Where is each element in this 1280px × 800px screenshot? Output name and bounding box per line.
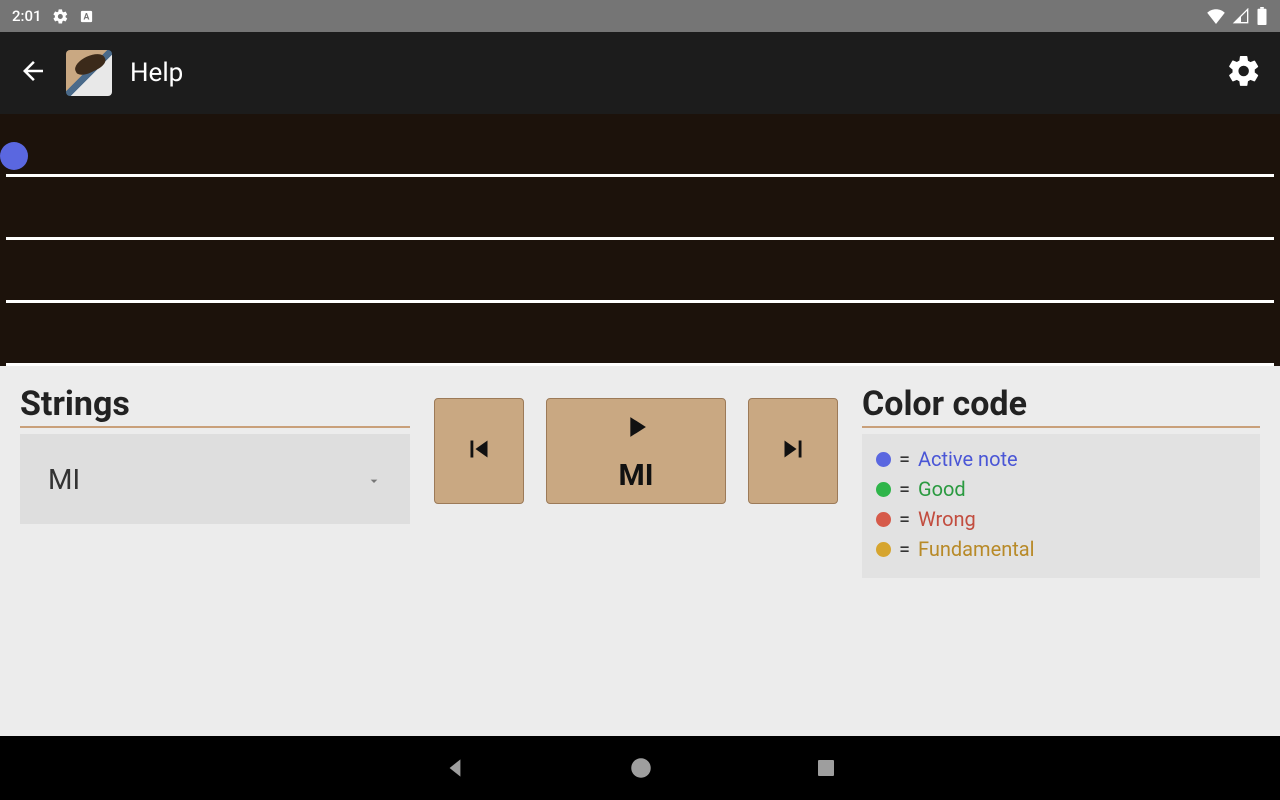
android-nav-bar: [0, 736, 1280, 800]
legend-item: = Good: [876, 474, 1246, 504]
string-select-value: MI: [48, 463, 80, 496]
string-select[interactable]: MI: [20, 434, 410, 524]
nav-back-button[interactable]: [442, 755, 468, 781]
next-button[interactable]: [748, 398, 838, 504]
legend-label: Active note: [918, 444, 1018, 474]
gear-status-icon: [52, 8, 69, 25]
nav-recent-button[interactable]: [814, 756, 838, 780]
nav-home-button[interactable]: [628, 755, 654, 781]
legend-label: Fundamental: [918, 534, 1035, 564]
skip-previous-icon: [462, 432, 496, 470]
wifi-icon: [1206, 8, 1226, 24]
string-row: [6, 177, 1274, 240]
legend-dot-active: [876, 452, 891, 467]
play-icon: [619, 410, 653, 448]
skip-next-icon: [776, 432, 810, 470]
battery-icon: [1256, 7, 1268, 25]
fretboard[interactable]: [0, 114, 1280, 366]
status-time: 2:01: [12, 7, 42, 25]
strings-heading: Strings: [20, 384, 410, 424]
color-code-heading: Color code: [862, 384, 1260, 424]
play-button[interactable]: MI: [546, 398, 726, 504]
back-button[interactable]: [18, 56, 48, 90]
legend-item: = Wrong: [876, 504, 1246, 534]
play-note-label: MI: [618, 458, 653, 493]
settings-button[interactable]: [1226, 53, 1262, 93]
app-logo-icon: [66, 50, 112, 96]
app-bar: Help: [0, 32, 1280, 114]
legend-label: Wrong: [918, 504, 976, 534]
divider: [862, 426, 1260, 428]
cell-signal-icon: [1232, 8, 1250, 24]
page-title: Help: [130, 58, 183, 88]
legend-item: = Fundamental: [876, 534, 1246, 564]
android-status-bar: 2:01 A: [0, 0, 1280, 32]
string-row: [6, 114, 1274, 177]
divider: [20, 426, 410, 428]
legend-dot-good: [876, 482, 891, 497]
svg-text:A: A: [83, 12, 89, 22]
string-row: [6, 303, 1274, 366]
string-row: [6, 240, 1274, 303]
legend-label: Good: [918, 474, 966, 504]
previous-button[interactable]: [434, 398, 524, 504]
keyboard-status-icon: A: [79, 9, 94, 24]
color-legend: = Active note = Good = Wrong = Fundament…: [862, 434, 1260, 578]
content-area: Strings MI MI Color code: [0, 366, 1280, 736]
chevron-down-icon: [366, 463, 382, 496]
active-note-marker[interactable]: [0, 142, 28, 170]
legend-dot-fundamental: [876, 542, 891, 557]
legend-dot-wrong: [876, 512, 891, 527]
legend-item: = Active note: [876, 444, 1246, 474]
